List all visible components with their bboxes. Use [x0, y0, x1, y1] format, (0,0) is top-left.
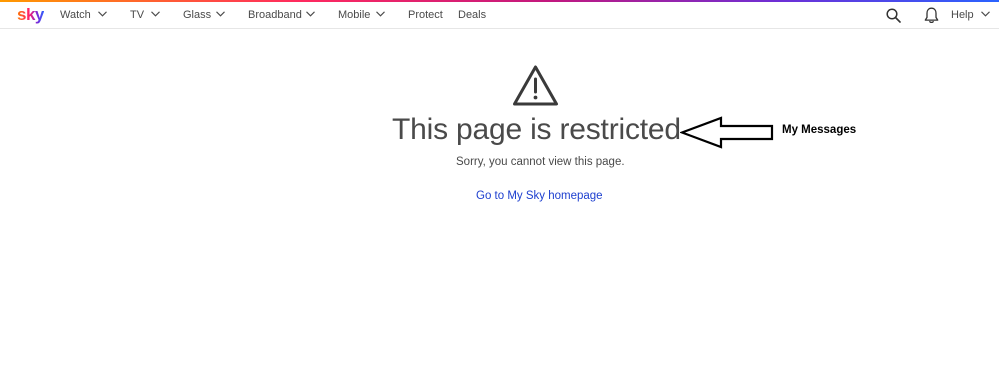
nav-item-mobile[interactable]: Mobile — [338, 9, 370, 21]
chevron-down-icon[interactable] — [981, 11, 990, 17]
left-arrow-icon — [678, 115, 775, 152]
chevron-down-icon[interactable] — [151, 11, 160, 17]
search-icon[interactable] — [886, 8, 901, 23]
chevron-down-icon[interactable] — [376, 11, 385, 17]
nav-item-protect[interactable]: Protect — [408, 9, 443, 21]
top-navigation: sky Watch TV Glass Broadband Mobile Prot… — [0, 2, 999, 29]
annotation-label: My Messages — [782, 124, 857, 136]
chevron-down-icon[interactable] — [98, 11, 107, 17]
nav-item-tv[interactable]: TV — [130, 9, 144, 21]
my-sky-homepage-link[interactable]: Go to My Sky homepage — [476, 190, 603, 202]
nav-item-watch[interactable]: Watch — [60, 9, 91, 21]
help-link[interactable]: Help — [951, 9, 974, 21]
page-subtitle: Sorry, you cannot view this page. — [456, 156, 625, 168]
page-title: This page is restricted — [392, 113, 681, 146]
nav-item-deals[interactable]: Deals — [458, 9, 486, 21]
chevron-down-icon[interactable] — [216, 11, 225, 17]
nav-item-glass[interactable]: Glass — [183, 9, 211, 21]
sky-logo[interactable]: sky — [17, 5, 44, 25]
chevron-down-icon[interactable] — [306, 11, 315, 17]
warning-triangle-icon — [512, 64, 559, 107]
bell-icon[interactable] — [924, 7, 939, 24]
nav-item-broadband[interactable]: Broadband — [248, 9, 302, 21]
